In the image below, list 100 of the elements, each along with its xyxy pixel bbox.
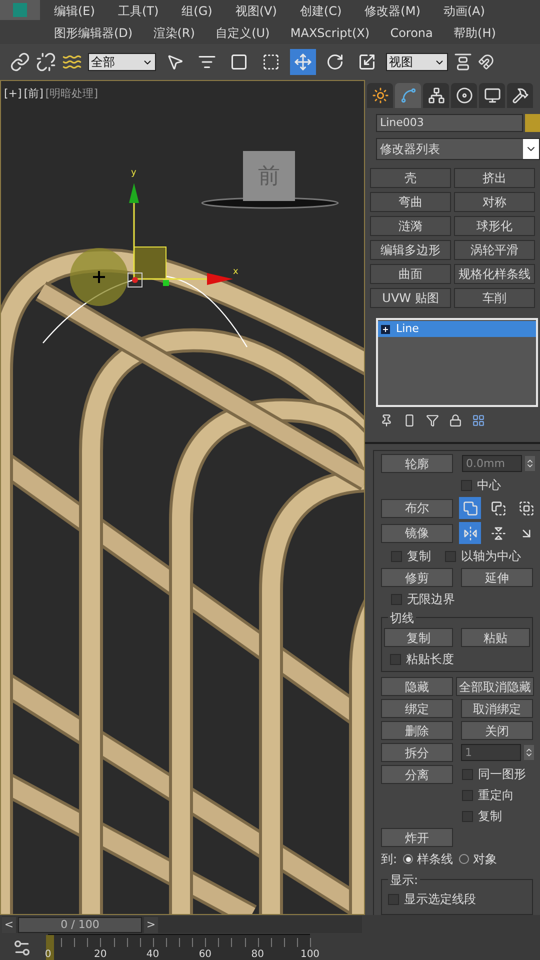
panel-tab[interactable] bbox=[507, 83, 533, 108]
menu-item[interactable]: 组(G) bbox=[182, 2, 212, 20]
modifier-button[interactable]: 曲面 bbox=[370, 264, 451, 284]
object-color-swatch[interactable] bbox=[525, 114, 540, 132]
hide-button[interactable]: 隐藏 bbox=[381, 677, 453, 696]
checkbox-label: 同一图形 bbox=[478, 766, 526, 783]
modifier-button[interactable]: 挤出 bbox=[454, 168, 535, 188]
menu-item[interactable]: 创建(C) bbox=[300, 2, 342, 20]
radio-button[interactable] bbox=[403, 854, 414, 864]
radio-button[interactable] bbox=[459, 854, 470, 864]
menu-item[interactable]: 动画(A) bbox=[443, 2, 485, 20]
trim-button[interactable]: 修剪 bbox=[381, 568, 453, 587]
viewport-label[interactable]: [明暗处理] bbox=[45, 86, 98, 102]
unbind-button[interactable]: 取消绑定 bbox=[461, 699, 533, 718]
scale-icon bbox=[358, 53, 376, 71]
pivot-icon[interactable] bbox=[454, 53, 472, 71]
menu-item[interactable]: 工具(T) bbox=[118, 2, 159, 20]
checkbox[interactable] bbox=[462, 768, 473, 780]
checkbox[interactable] bbox=[462, 790, 473, 800]
pin-icon[interactable] bbox=[380, 414, 393, 427]
explode-button[interactable]: 炸开 bbox=[381, 828, 453, 847]
bar-icon[interactable] bbox=[403, 414, 416, 427]
divide-button[interactable]: 拆分 bbox=[381, 743, 453, 762]
panel-tab[interactable] bbox=[423, 83, 449, 108]
paste-button[interactable]: 粘贴 bbox=[461, 628, 530, 647]
lock-icon[interactable] bbox=[449, 414, 462, 427]
menu-item[interactable]: Corona bbox=[390, 24, 433, 42]
menu-item[interactable]: 视图(V) bbox=[235, 2, 277, 20]
snap-icon[interactable] bbox=[478, 54, 494, 70]
menu-item[interactable]: 渲染(R) bbox=[153, 24, 195, 42]
unlink-icon[interactable] bbox=[36, 52, 56, 72]
intersect-icon bbox=[518, 500, 534, 516]
modifier-list-dropdown[interactable]: 修改器列表 bbox=[376, 138, 540, 160]
radio-label: 样条线 bbox=[417, 851, 454, 868]
modifier-button[interactable]: 壳 bbox=[370, 168, 451, 188]
copy-button[interactable]: 复制 bbox=[384, 628, 453, 647]
modifier-button[interactable]: 车削 bbox=[454, 288, 535, 308]
checkbox[interactable] bbox=[445, 550, 456, 562]
menu-item[interactable]: 图形编辑器(D) bbox=[54, 24, 133, 42]
link-icon[interactable] bbox=[10, 52, 30, 72]
union-button[interactable] bbox=[459, 497, 481, 519]
checkbox-label: 复制 bbox=[478, 808, 502, 825]
timeline-tick-label: 60 bbox=[198, 948, 212, 960]
timeline-thumb[interactable] bbox=[46, 935, 54, 960]
timeline-tick-label: 80 bbox=[251, 948, 264, 960]
menu-item[interactable]: 修改器(M) bbox=[364, 2, 420, 20]
funnel-icon[interactable] bbox=[426, 414, 439, 427]
reference-coordinate-dropdown[interactable]: 视图 bbox=[386, 53, 448, 71]
checkbox[interactable] bbox=[388, 894, 399, 904]
stack-item[interactable]: Line bbox=[378, 321, 536, 337]
subtract-icon bbox=[490, 500, 506, 516]
mirror-horizontal-button[interactable] bbox=[459, 522, 481, 544]
checkbox[interactable] bbox=[391, 550, 402, 562]
panel-tab[interactable] bbox=[479, 83, 505, 108]
checkbox-label: 中心 bbox=[477, 477, 501, 494]
checkbox[interactable] bbox=[390, 654, 401, 664]
close-button[interactable]: 关闭 bbox=[461, 721, 533, 740]
extend-button[interactable]: 延伸 bbox=[461, 568, 533, 587]
spinner-icon[interactable] bbox=[525, 456, 535, 471]
modifier-button[interactable]: 球形化 bbox=[454, 216, 535, 236]
move-tool-button[interactable] bbox=[290, 49, 316, 75]
divide-field[interactable]: 1 bbox=[461, 744, 521, 761]
object-name-field[interactable]: Line003 bbox=[376, 114, 523, 132]
checkbox[interactable] bbox=[391, 594, 402, 604]
detach-button[interactable]: 分离 bbox=[381, 765, 453, 784]
spinner-icon[interactable] bbox=[524, 745, 534, 760]
time-slider-thumb[interactable]: 0 / 100 bbox=[18, 916, 142, 932]
hammer-icon bbox=[512, 87, 528, 104]
panel-tab[interactable] bbox=[367, 83, 393, 108]
grid-icon[interactable] bbox=[472, 414, 485, 427]
key-filter-icon[interactable] bbox=[12, 938, 32, 958]
outline-field[interactable]: 0.0mm bbox=[462, 455, 522, 472]
timeline-tick-label: 40 bbox=[146, 948, 160, 960]
modifier-button[interactable]: 涡轮平滑 bbox=[454, 240, 535, 260]
panel-tab[interactable] bbox=[451, 83, 477, 108]
next-frame-button[interactable]: > bbox=[144, 916, 158, 932]
checkbox[interactable] bbox=[462, 810, 473, 822]
modifier-button[interactable]: 编辑多边形 bbox=[370, 240, 451, 260]
outline-button[interactable]: 轮廓 bbox=[381, 454, 453, 473]
viewport-label[interactable]: [+] bbox=[4, 86, 22, 102]
modifier-button[interactable]: 规格化样条线 bbox=[454, 264, 535, 284]
previous-frame-button[interactable]: < bbox=[2, 916, 16, 932]
viewport-label[interactable]: [前] bbox=[24, 86, 44, 102]
unhide-all-button[interactable]: 全部取消隐藏 bbox=[456, 677, 534, 696]
selection-filter-dropdown[interactable]: 全部 bbox=[88, 53, 156, 71]
modifier-button[interactable]: 对称 bbox=[454, 192, 535, 212]
checkbox-label: 复制 bbox=[407, 548, 431, 565]
bind-button[interactable]: 绑定 bbox=[381, 699, 453, 718]
mirror-button[interactable]: 镜像 bbox=[381, 524, 453, 542]
menu-item[interactable]: 编辑(E) bbox=[54, 2, 95, 20]
modifier-button[interactable]: UVW 贴图 bbox=[370, 288, 451, 308]
modifier-button[interactable]: 涟漪 bbox=[370, 216, 451, 236]
menu-item[interactable]: 自定义(U) bbox=[216, 24, 270, 42]
disc-icon bbox=[456, 87, 472, 104]
modifier-button[interactable]: 弯曲 bbox=[370, 192, 451, 212]
delete-button[interactable]: 删除 bbox=[381, 721, 453, 740]
menu-item[interactable]: MAXScript(X) bbox=[290, 24, 370, 42]
checkbox[interactable] bbox=[461, 480, 472, 490]
menu-item[interactable]: 帮助(H) bbox=[454, 24, 496, 42]
boolean-button[interactable]: 布尔 bbox=[381, 498, 453, 518]
